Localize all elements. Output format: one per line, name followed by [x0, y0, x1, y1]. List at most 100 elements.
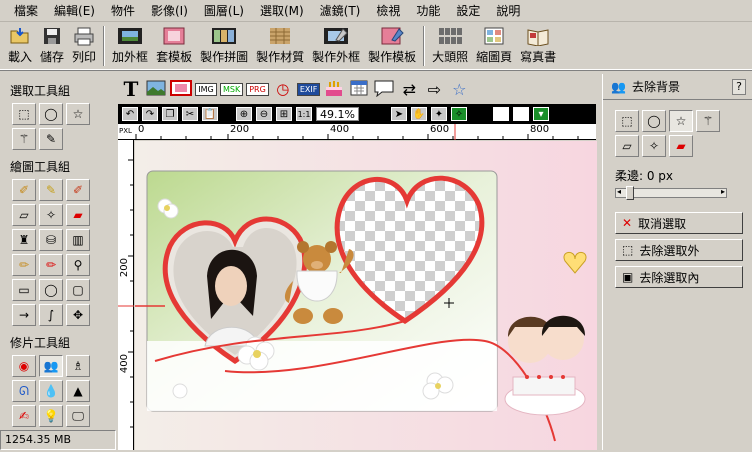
apply-template-button[interactable]: 套模板: [152, 24, 196, 68]
help-button[interactable]: ?: [732, 78, 746, 95]
eyedropper-tool[interactable]: ⚲: [66, 254, 90, 276]
star-shape-button[interactable]: ☆: [448, 77, 470, 101]
make-frame-button[interactable]: 製作外框: [308, 24, 364, 68]
ellipse-tool[interactable]: ◯: [39, 279, 63, 301]
menu-view[interactable]: 檢視: [368, 1, 408, 21]
feather-slider[interactable]: ◂ ▸: [615, 186, 727, 200]
slider-right-arrow-icon[interactable]: ▸: [721, 187, 725, 196]
bg-lasso-select[interactable]: ☆: [669, 110, 693, 132]
image-insert-button[interactable]: [145, 77, 167, 101]
bg-red-eraser[interactable]: ▰: [669, 135, 693, 157]
zoom-out-button[interactable]: ⊖: [256, 107, 272, 121]
load-button[interactable]: 載入: [4, 24, 36, 68]
line-tool[interactable]: →: [12, 304, 36, 326]
stamp-tool[interactable]: ♜: [12, 229, 36, 251]
menu-file[interactable]: 檔案: [6, 1, 46, 21]
make-template-button[interactable]: 製作模板: [364, 24, 420, 68]
dropper-button[interactable]: ✦: [430, 107, 447, 121]
eraser-tool[interactable]: ▱: [12, 204, 36, 226]
save-button[interactable]: 儲存: [36, 24, 68, 68]
sparkle-eraser-tool[interactable]: ✧: [39, 204, 63, 226]
fit-screen-button[interactable]: ⊞: [276, 107, 292, 121]
zoom-in-button[interactable]: ⊕: [236, 107, 252, 121]
make-texture-button[interactable]: 製作材質: [252, 24, 308, 68]
bg-sparkle-eraser[interactable]: ✧: [642, 135, 666, 157]
menu-function[interactable]: 功能: [408, 1, 448, 21]
menu-settings[interactable]: 設定: [448, 1, 488, 21]
big-portrait-button[interactable]: 大頭照: [428, 24, 472, 68]
mask-button[interactable]: MSK: [220, 77, 244, 101]
blur-tool[interactable]: 💧: [39, 380, 63, 402]
remove-inside-button[interactable]: ▣ 去除選取內: [615, 266, 743, 288]
fill-tool[interactable]: ⛁: [39, 229, 63, 251]
remove-outside-button[interactable]: ⬚ 去除選取外: [615, 239, 743, 261]
menu-object[interactable]: 物件: [103, 1, 143, 21]
bg-eraser[interactable]: ▱: [615, 135, 639, 157]
redo-button[interactable]: ↷: [142, 107, 158, 121]
sharpen-tool[interactable]: ▲: [66, 380, 90, 402]
frame-insert-button[interactable]: [170, 77, 192, 101]
color-dropdown[interactable]: ▾: [532, 107, 549, 121]
remove-background-tool[interactable]: 👥: [39, 355, 63, 377]
art-brush-tool[interactable]: ✐: [66, 179, 90, 201]
brush-select-tool[interactable]: ✎: [39, 128, 63, 150]
light-tool[interactable]: 💡: [39, 405, 63, 427]
gradient-tool[interactable]: ▥: [66, 229, 90, 251]
ellipse-select-tool[interactable]: ◯: [39, 103, 63, 125]
thumbnail-page-button[interactable]: 縮圖頁: [472, 24, 516, 68]
red-eraser-tool[interactable]: ▰: [66, 204, 90, 226]
bg-magic-wand[interactable]: ⚚: [696, 110, 720, 132]
pencil-tool[interactable]: ✏: [12, 254, 36, 276]
image-canvas[interactable]: [135, 141, 597, 450]
lasso-retouch-tool[interactable]: ᘏ: [12, 380, 36, 402]
fg-color-swatch[interactable]: [492, 107, 509, 121]
airbrush-tool[interactable]: ✎: [39, 179, 63, 201]
red-eye-tool[interactable]: ◉: [12, 355, 36, 377]
screen-tool[interactable]: 🖵: [66, 405, 90, 427]
rounded-rect-tool[interactable]: ▢: [66, 279, 90, 301]
menu-image[interactable]: 影像(I): [143, 1, 196, 21]
menu-help[interactable]: 說明: [488, 1, 528, 21]
hand-button[interactable]: ✋: [410, 107, 427, 121]
select-layer-button[interactable]: ✧: [450, 107, 467, 121]
undo-button[interactable]: ↶: [122, 107, 138, 121]
text-tool-button[interactable]: T: [120, 77, 142, 101]
lasso-tool[interactable]: ☆: [66, 103, 90, 125]
rectangle-tool[interactable]: ▭: [12, 279, 36, 301]
feather-slider-knob[interactable]: [626, 186, 634, 200]
print-button[interactable]: 列印: [68, 24, 100, 68]
arrow-button[interactable]: ⇨: [423, 77, 445, 101]
menu-select[interactable]: 選取(M): [252, 1, 312, 21]
photo-book-button[interactable]: 寫真書: [516, 24, 560, 68]
red-pen-tool[interactable]: ✏: [39, 254, 63, 276]
curve-tool[interactable]: ∫: [39, 304, 63, 326]
bg-color-swatch[interactable]: [512, 107, 529, 121]
bg-rect-select[interactable]: ⬚: [615, 110, 639, 132]
color-brush-tool[interactable]: ✍: [12, 405, 36, 427]
exif-button[interactable]: EXIF: [296, 77, 321, 101]
copy-button[interactable]: ❐: [162, 107, 178, 121]
prg-button[interactable]: PRG: [246, 77, 269, 101]
img-button[interactable]: IMG: [195, 77, 217, 101]
calendar-button[interactable]: [348, 77, 370, 101]
menu-layer[interactable]: 圖層(L): [196, 1, 252, 21]
actual-size-button[interactable]: 1:1: [296, 107, 312, 121]
smudge-tool[interactable]: ♗: [66, 355, 90, 377]
bg-ellipse-select[interactable]: ◯: [642, 110, 666, 132]
slider-left-arrow-icon[interactable]: ◂: [617, 187, 621, 196]
speech-bubble-button[interactable]: [373, 77, 395, 101]
cut-button[interactable]: ✂: [182, 107, 198, 121]
menu-edit[interactable]: 編輯(E): [46, 1, 103, 21]
rect-select-tool[interactable]: ⬚: [12, 103, 36, 125]
pointer-button[interactable]: ➤: [390, 107, 407, 121]
add-frame-button[interactable]: 加外框: [108, 24, 152, 68]
magic-wand-tool[interactable]: ⚚: [12, 128, 36, 150]
menu-filter[interactable]: 濾鏡(T): [312, 1, 369, 21]
clock-button[interactable]: ◷: [272, 77, 294, 101]
double-arrow-button[interactable]: ⇄: [398, 77, 420, 101]
make-collage-button[interactable]: 製作拼圖: [196, 24, 252, 68]
cancel-selection-button[interactable]: ✕ 取消選取: [615, 212, 743, 234]
paint-brush-tool[interactable]: ✐: [12, 179, 36, 201]
paste-button[interactable]: 📋: [202, 107, 218, 121]
cake-button[interactable]: [323, 77, 345, 101]
